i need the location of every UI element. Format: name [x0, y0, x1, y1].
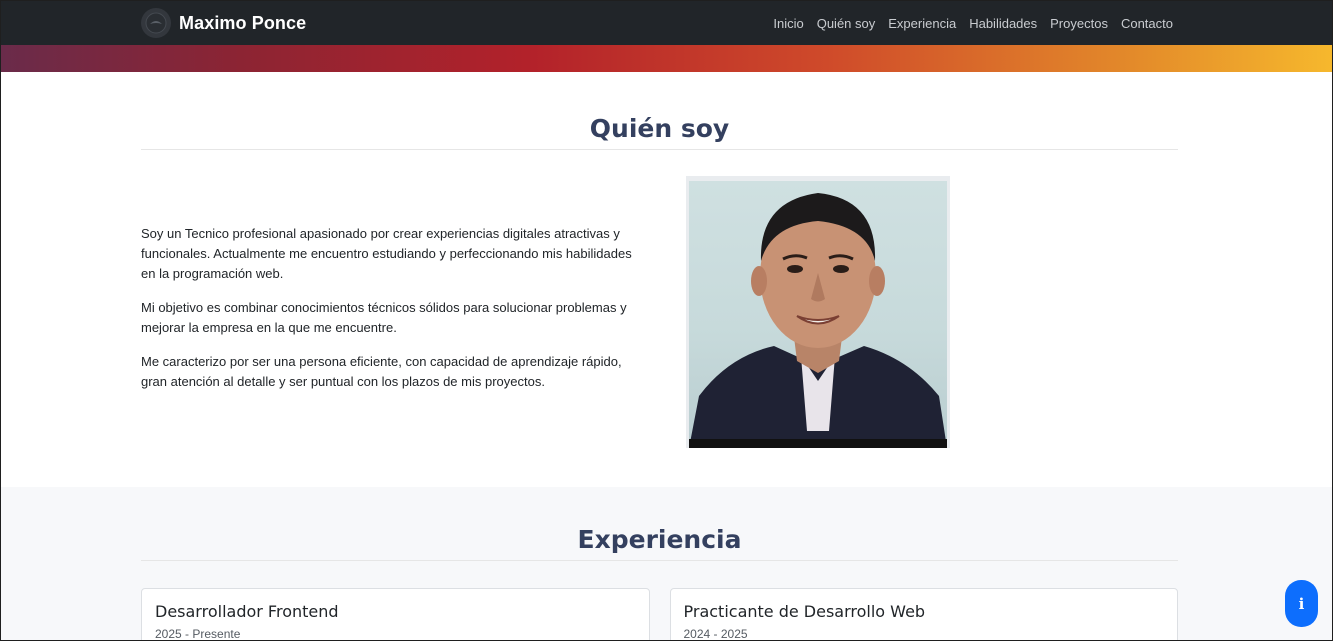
nav-links: Inicio Quién soy Experiencia Habilidades…: [773, 16, 1173, 31]
about-section: Quién soy Soy un Tecnico profesional apa…: [1, 72, 1332, 487]
experience-role: Desarrollador Frontend: [155, 602, 339, 621]
nav-link-inicio[interactable]: Inicio: [773, 16, 803, 31]
gradient-banner: [1, 45, 1332, 72]
profile-photo: [689, 181, 947, 448]
page: Maximo Ponce Inicio Quién soy Experienci…: [0, 0, 1333, 641]
about-text: Soy un Tecnico profesional apasionado po…: [141, 176, 646, 448]
nav-link-proyectos[interactable]: Proyectos: [1050, 16, 1108, 31]
experience-title: Experiencia: [141, 525, 1178, 561]
nav-link-contacto[interactable]: Contacto: [1121, 16, 1173, 31]
about-paragraph-2: Mi objetivo es combinar conocimientos té…: [141, 300, 627, 335]
nav-link-habilidades[interactable]: Habilidades: [969, 16, 1037, 31]
nav-link-experiencia[interactable]: Experiencia: [888, 16, 956, 31]
experience-card: Desarrollador Frontend 2025 - Presente: [141, 588, 650, 641]
info-icon: i: [1298, 594, 1305, 613]
experience-period: 2024 - 2025: [683, 627, 748, 641]
profile-photo-frame: [686, 176, 950, 448]
nav-link-quien-soy[interactable]: Quién soy: [817, 16, 876, 31]
experience-section: Experiencia Desarrollador Frontend 2025 …: [1, 487, 1332, 641]
info-button[interactable]: i: [1285, 580, 1318, 627]
experience-period: 2025 - Presente: [155, 627, 241, 641]
brand[interactable]: Maximo Ponce: [141, 8, 306, 38]
about-paragraph-3: Me caracterizo por ser una persona efici…: [141, 354, 622, 389]
experience-card: Practicante de Desarrollo Web 2024 - 202…: [669, 588, 1178, 641]
experience-role: Practicante de Desarrollo Web: [683, 602, 926, 621]
about-paragraph-1: Soy un Tecnico profesional apasionado po…: [141, 226, 632, 281]
brand-name: Maximo Ponce: [179, 12, 307, 33]
about-title: Quién soy: [141, 114, 1178, 150]
navbar: Maximo Ponce Inicio Quién soy Experienci…: [1, 1, 1332, 45]
brand-logo-icon: [141, 8, 171, 38]
